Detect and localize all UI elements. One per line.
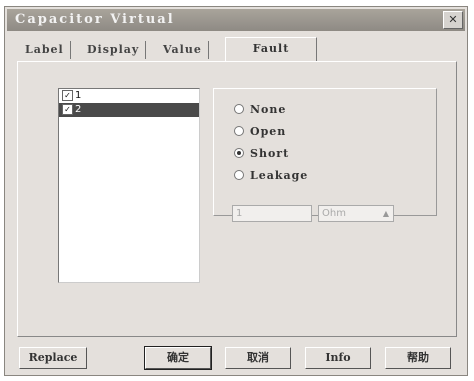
window-title: Capacitor Virtual bbox=[15, 12, 175, 27]
fault-type-group: None Open Short Leakage 1 Ohm ▲ bbox=[213, 88, 437, 222]
replace-button[interactable]: Replace bbox=[19, 347, 87, 369]
list-item-label: 1 bbox=[75, 90, 82, 101]
fault-panel: ✓ 1 ✓ 2 None Open Short Leakage 1 Ohm ▲ bbox=[17, 61, 457, 337]
tab-value[interactable]: Value bbox=[157, 41, 209, 59]
checkbox-pin-2[interactable]: ✓ bbox=[62, 103, 73, 115]
capacitor-dialog: Capacitor Virtual ✕ Label Display Value … bbox=[4, 6, 468, 376]
spin-arrows-icon[interactable]: ▲ bbox=[380, 207, 392, 220]
radio-leakage-button[interactable] bbox=[234, 170, 244, 180]
checkbox-pin-1[interactable]: ✓ bbox=[62, 89, 73, 101]
close-icon[interactable]: ✕ bbox=[443, 11, 463, 29]
tab-display[interactable]: Display bbox=[81, 41, 147, 59]
radio-open-label: Open bbox=[250, 125, 287, 138]
ok-button[interactable]: 确定 bbox=[144, 346, 212, 370]
radio-short-label: Short bbox=[250, 147, 290, 160]
tab-label[interactable]: Label bbox=[19, 41, 71, 59]
title-bar[interactable]: Capacitor Virtual ✕ bbox=[7, 9, 465, 31]
radio-short-button[interactable] bbox=[234, 148, 244, 158]
fault-pin-list[interactable]: ✓ 1 ✓ 2 bbox=[58, 88, 200, 283]
radio-leakage-label: Leakage bbox=[250, 169, 309, 182]
list-item-label: 2 bbox=[75, 104, 82, 115]
radio-none-button[interactable] bbox=[234, 104, 244, 114]
tab-fault[interactable]: Fault bbox=[225, 37, 317, 62]
cancel-button[interactable]: 取消 bbox=[225, 347, 291, 369]
help-button[interactable]: 帮助 bbox=[385, 347, 451, 369]
tab-strip: Label Display Value Fault bbox=[19, 37, 379, 62]
radio-open-button[interactable] bbox=[234, 126, 244, 136]
leakage-unit-select[interactable]: Ohm ▲ bbox=[318, 205, 394, 222]
list-item-pin-1[interactable]: ✓ 1 bbox=[59, 89, 199, 103]
list-item-pin-2[interactable]: ✓ 2 bbox=[59, 103, 199, 117]
leakage-value-field[interactable]: 1 bbox=[232, 205, 312, 222]
info-button[interactable]: Info bbox=[305, 347, 371, 369]
radio-none-label: None bbox=[250, 103, 287, 116]
leakage-unit-value: Ohm bbox=[322, 208, 346, 219]
